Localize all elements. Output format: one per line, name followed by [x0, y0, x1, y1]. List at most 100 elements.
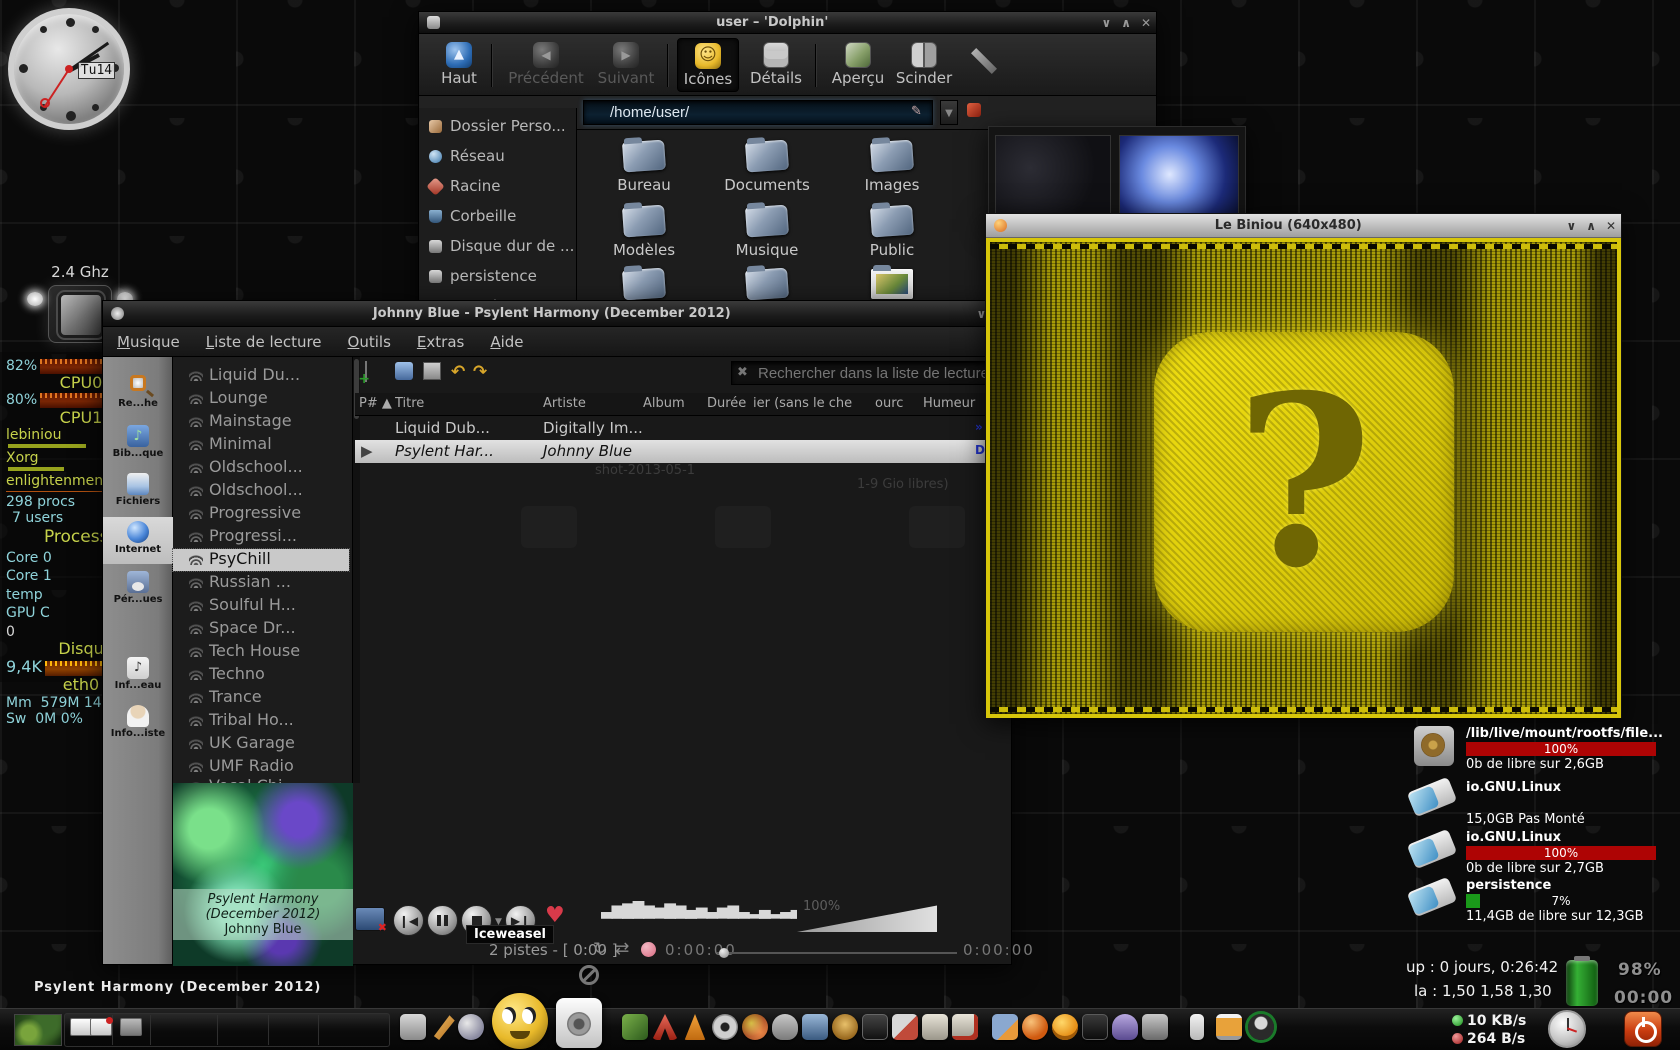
minimized-window-icon[interactable] — [90, 1017, 113, 1036]
folder-icon[interactable] — [584, 204, 704, 238]
printer-alt-icon[interactable] — [952, 1014, 978, 1040]
preview-button[interactable]: Aperçu — [827, 42, 889, 87]
station-item-selected[interactable]: PsyChill — [172, 548, 350, 572]
maximize-icon[interactable]: ∧ — [1116, 16, 1136, 30]
place-trash[interactable]: Corbeille — [429, 207, 516, 225]
previous-button[interactable]: ❙◀ — [393, 905, 424, 936]
undo-icon[interactable]: ↶ — [451, 362, 469, 382]
smiley-app-icon[interactable] — [492, 993, 548, 1049]
folder-label[interactable]: Musique — [707, 241, 827, 259]
terminal-icon[interactable] — [862, 1014, 888, 1040]
station-item[interactable]: Russian ... — [173, 572, 349, 594]
usb-drive-icon[interactable] — [1406, 776, 1458, 818]
folder-label[interactable]: Documents — [707, 176, 827, 194]
folder-icon[interactable] — [584, 267, 704, 301]
forward-button[interactable]: Suivant — [591, 42, 661, 87]
screenshot-tool-icon[interactable] — [802, 1014, 828, 1040]
column-album[interactable]: Album — [643, 396, 703, 411]
red-brush-icon[interactable] — [967, 103, 981, 117]
minimized-window-icon[interactable] — [120, 1018, 142, 1036]
station-item[interactable]: Progressi... — [173, 526, 349, 548]
archive-manager-icon[interactable] — [400, 1014, 426, 1040]
column-artiste[interactable]: Artiste — [543, 396, 649, 411]
firefox-icon[interactable] — [742, 1014, 768, 1040]
station-item[interactable]: Tribal Ho... — [173, 710, 349, 732]
folder-icon[interactable] — [832, 204, 952, 238]
usb-drive-icon[interactable] — [1406, 828, 1458, 870]
details-view-button[interactable]: Détails — [745, 42, 807, 87]
station-item[interactable]: Oldschool... — [173, 480, 349, 502]
place-home[interactable]: Dossier Perso... — [429, 117, 566, 135]
printer-icon[interactable] — [922, 1014, 948, 1040]
station-item[interactable]: UMF Radio — [173, 756, 349, 778]
seek-slider[interactable] — [717, 948, 957, 958]
settings-button[interactable] — [967, 48, 1001, 75]
power-button[interactable] — [1624, 1011, 1662, 1047]
thumbnail-dark[interactable] — [995, 135, 1111, 217]
harddisk-icon[interactable] — [1414, 726, 1454, 766]
microphone-icon[interactable] — [1248, 1014, 1274, 1040]
paint-app-icon[interactable] — [458, 1014, 484, 1040]
station-item[interactable]: UK Garage — [173, 733, 349, 755]
tab-info-morceau[interactable]: Inf...eau — [103, 653, 173, 700]
column-titre[interactable]: Titre — [395, 396, 523, 411]
close-icon[interactable]: ✕ — [1601, 219, 1621, 233]
path-dropdown-button[interactable]: ▼ — [940, 100, 958, 125]
playlist-row-current[interactable]: ▶ Psylent Har... Johnny Blue DI — [355, 440, 1011, 463]
folder-icon[interactable] — [832, 139, 952, 173]
heart-smiley-icon[interactable] — [1052, 1014, 1078, 1040]
opera-sphere-icon[interactable] — [1022, 1014, 1048, 1040]
display-icon[interactable] — [1216, 1014, 1242, 1040]
folder-label[interactable]: Modèles — [584, 241, 704, 259]
minimized-window-icon[interactable] — [70, 1018, 92, 1036]
tab-internet[interactable]: Internet — [103, 517, 173, 564]
folder-icon[interactable] — [584, 139, 704, 173]
gimp-icon[interactable] — [772, 1014, 798, 1040]
tab-recherche[interactable]: Re...he — [103, 371, 173, 418]
clear-search-icon[interactable]: ✖ — [737, 365, 748, 380]
minimize-icon[interactable]: ∨ — [1096, 16, 1116, 30]
folder-label[interactable]: Images — [832, 176, 952, 194]
shuffle-icon[interactable]: ⇄ — [615, 939, 629, 959]
station-item[interactable]: Tech House — [173, 641, 349, 663]
station-item[interactable]: Lounge — [173, 388, 349, 410]
column-pnum[interactable]: P# ▲ — [359, 396, 392, 411]
dolphin-titlebar[interactable]: user – 'Dolphin' ∨ ∧ ✕ — [419, 12, 1156, 34]
folder-icon[interactable] — [707, 204, 827, 238]
place-harddisk[interactable]: Disque dur de ... — [429, 237, 574, 255]
save-playlist-icon[interactable] — [423, 362, 441, 380]
maximize-icon[interactable]: ∧ — [1581, 219, 1601, 233]
tab-peripheriques[interactable]: Pér...ues — [103, 567, 173, 614]
station-item[interactable]: Minimal — [173, 434, 349, 456]
back-button[interactable]: Précédent — [503, 42, 589, 87]
menu-aide[interactable]: Aide — [490, 333, 523, 351]
taskbar-clock-icon[interactable] — [1548, 1010, 1586, 1048]
film-reel-icon[interactable] — [712, 1014, 738, 1040]
playlist-row[interactable]: Liquid Dub... Digitally Im... » — [355, 417, 1011, 440]
station-item[interactable]: Oldschool... — [173, 457, 349, 479]
speaker-app-icon[interactable] — [556, 998, 602, 1048]
ban-button[interactable] — [579, 965, 599, 985]
thumbnail-fractal[interactable] — [1119, 135, 1239, 217]
station-item[interactable]: Trance — [173, 687, 349, 709]
drive-app-icon[interactable] — [1142, 1014, 1168, 1040]
path-input[interactable] — [583, 100, 933, 125]
ups-battery-icon[interactable] — [1190, 1014, 1204, 1040]
tab-info-artiste[interactable]: Info...iste — [103, 701, 173, 748]
place-persistence[interactable]: persistence — [429, 267, 537, 285]
player-titlebar[interactable]: Johnny Blue - Psylent Harmony (December … — [103, 301, 1011, 327]
palette-icon[interactable] — [622, 1014, 648, 1040]
new-playlist-icon[interactable] — [365, 361, 367, 382]
lebiniou-titlebar[interactable]: Le Biniou (640x480) ∨ ∧ ✕ — [986, 214, 1621, 238]
tab-bibliotheque[interactable]: Bib...que — [103, 421, 173, 468]
tab-fichiers[interactable]: Fichiers — [103, 469, 173, 516]
up-button[interactable]: Haut — [433, 42, 485, 87]
pause-button[interactable] — [427, 905, 458, 936]
column-source[interactable]: ourc — [875, 396, 917, 411]
station-item[interactable]: Progressive — [173, 503, 349, 525]
station-item[interactable]: Mainstage — [173, 411, 349, 433]
terminal-alt-icon[interactable] — [1082, 1014, 1108, 1040]
hide-window-button[interactable]: ✖ — [355, 907, 387, 934]
floppy-save-icon[interactable] — [992, 1014, 1018, 1040]
column-fichier[interactable]: ier (sans le che — [753, 396, 869, 411]
